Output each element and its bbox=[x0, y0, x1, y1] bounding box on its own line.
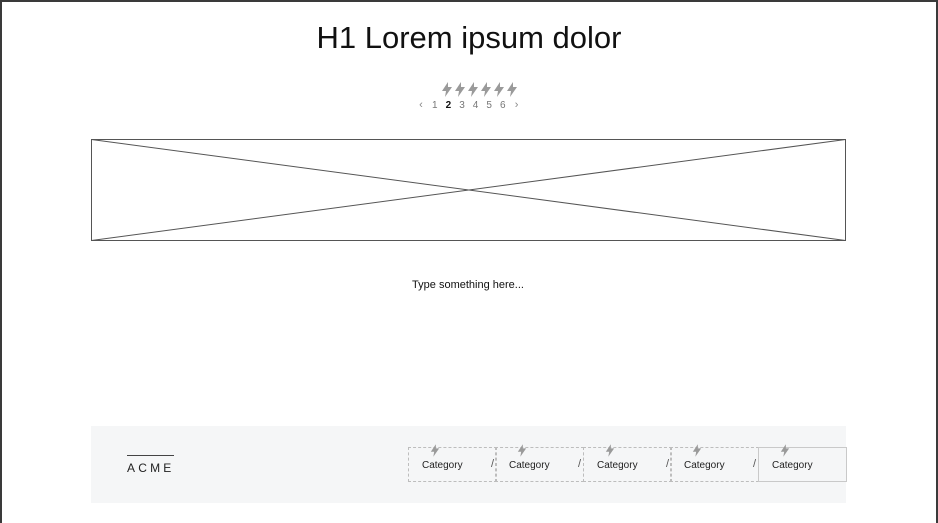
page-title: H1 Lorem ipsum dolor bbox=[316, 20, 622, 55]
acme-logo[interactable]: ACME bbox=[127, 455, 174, 475]
pagination-next-button[interactable]: › bbox=[510, 99, 524, 111]
breadcrumb-separator: / bbox=[665, 458, 669, 470]
breadcrumb-separator: / bbox=[752, 458, 756, 470]
category-item[interactable]: Category / bbox=[670, 444, 759, 482]
lightning-bolt-icon[interactable] bbox=[467, 82, 479, 98]
pagination-page-6[interactable]: 6 bbox=[496, 100, 510, 111]
pagination-page-4[interactable]: 4 bbox=[469, 100, 483, 111]
category-label: Category bbox=[597, 460, 638, 471]
hero-image-placeholder bbox=[91, 139, 846, 241]
rating-bolts bbox=[441, 82, 518, 98]
breadcrumb-separator: / bbox=[490, 458, 494, 470]
category-item[interactable]: Category / bbox=[408, 444, 497, 482]
category-breadcrumb: Category / Category / Category / Categor… bbox=[408, 444, 847, 482]
pagination-page-5[interactable]: 5 bbox=[482, 100, 496, 111]
lightning-bolt-icon[interactable] bbox=[454, 82, 466, 98]
pagination: ‹ 1 2 3 4 5 6 › bbox=[414, 98, 524, 112]
pagination-page-2[interactable]: 2 bbox=[442, 100, 456, 111]
lightning-bolt-icon[interactable] bbox=[441, 82, 453, 98]
pagination-prev-button[interactable]: ‹ bbox=[414, 99, 428, 111]
lightning-bolt-icon[interactable] bbox=[493, 82, 505, 98]
category-label: Category bbox=[509, 460, 550, 471]
category-item[interactable]: Category / bbox=[495, 444, 584, 482]
pagination-page-3[interactable]: 3 bbox=[455, 100, 469, 111]
lightning-bolt-icon[interactable] bbox=[506, 82, 518, 98]
placeholder-text: Type something here... bbox=[412, 279, 524, 291]
footer: ACME Category / Category / Category / Ca… bbox=[91, 426, 847, 503]
category-label: Category bbox=[422, 460, 463, 471]
category-label: Category bbox=[772, 460, 813, 471]
category-item[interactable]: Category bbox=[758, 444, 847, 482]
category-label: Category bbox=[684, 460, 725, 471]
breadcrumb-separator: / bbox=[577, 458, 581, 470]
pagination-page-1[interactable]: 1 bbox=[428, 100, 442, 111]
category-item[interactable]: Category / bbox=[583, 444, 672, 482]
lightning-bolt-icon[interactable] bbox=[480, 82, 492, 98]
